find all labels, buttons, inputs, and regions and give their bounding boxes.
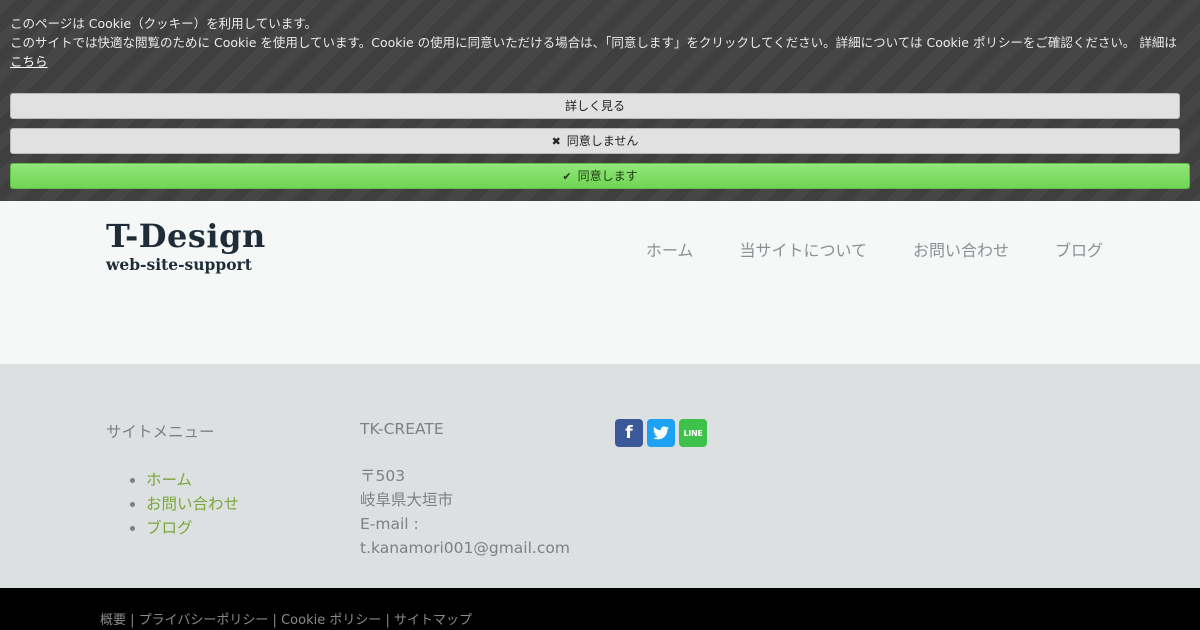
logo-main-text: T-Design — [106, 217, 266, 255]
line-icon: LINE — [683, 428, 703, 438]
nav-about[interactable]: 当サイトについて — [739, 237, 867, 261]
facebook-button[interactable]: f — [615, 419, 643, 447]
close-icon: ✖ — [551, 135, 561, 148]
footer-link-home[interactable]: ホーム — [146, 471, 192, 489]
social-widget: f LINE — [615, 419, 707, 447]
footer-widgets: サイトメニュー ホーム お問い合わせ ブログ TK-CREATE 〒503 岐阜… — [0, 364, 1200, 588]
cookie-decline-button[interactable]: ✖ 同意しません — [10, 128, 1180, 154]
cookie-details-link[interactable]: こちら — [10, 54, 48, 69]
cookie-decline-label: 同意しません — [566, 134, 639, 148]
list-item: ブログ — [146, 516, 239, 540]
link-sitemap[interactable]: サイトマップ — [394, 613, 472, 628]
social-buttons: f LINE — [615, 419, 707, 447]
nav-contact[interactable]: お問い合わせ — [913, 237, 1009, 261]
list-item: お問い合わせ — [146, 492, 239, 516]
company-widget: TK-CREATE 〒503 岐阜県大垣市 E-mail : t.kanamor… — [360, 420, 570, 560]
cookie-more-button[interactable]: 詳しく見る — [10, 93, 1180, 119]
site-logo[interactable]: T-Design web-site-support — [106, 219, 266, 275]
footer-bottom-links: 概要 | プライバシーポリシー | Cookie ポリシー | サイトマップ — [100, 609, 472, 628]
twitter-icon — [653, 426, 669, 440]
line-button[interactable]: LINE — [679, 419, 707, 447]
separator: | — [126, 613, 139, 628]
site-header: T-Design web-site-support ホーム 当サイトについて お… — [0, 201, 1200, 364]
footer-link-blog[interactable]: ブログ — [146, 519, 193, 537]
site-menu-list: ホーム お問い合わせ ブログ — [146, 468, 239, 540]
cookie-more-label: 詳しく見る — [564, 99, 625, 113]
link-privacy-policy[interactable]: プライバシーポリシー — [139, 613, 269, 628]
company-name: TK-CREATE — [360, 420, 444, 438]
cookie-accept-button[interactable]: ✔ 同意します — [10, 163, 1190, 189]
cookie-body: このサイトでは快適な閲覧のために Cookie を使用しています。Cookie … — [10, 33, 1190, 71]
postal-code: 〒503 — [360, 467, 406, 485]
separator: | — [268, 613, 282, 628]
nav-home[interactable]: ホーム — [646, 237, 694, 261]
separator: | — [381, 613, 394, 628]
facebook-icon: f — [625, 423, 633, 443]
cookie-body-text: このサイトでは快適な閲覧のために Cookie を使用しています。Cookie … — [10, 35, 1177, 50]
nav-blog[interactable]: ブログ — [1055, 237, 1103, 261]
site-menu-widget: サイトメニュー ホーム お問い合わせ ブログ — [106, 420, 239, 540]
cookie-accept-label: 同意します — [577, 169, 638, 183]
city: 岐阜県大垣市 — [360, 491, 454, 509]
footer-bottom-bar: 概要 | プライバシーポリシー | Cookie ポリシー | サイトマップ — [0, 588, 1200, 630]
cookie-title: このページは Cookie（クッキー）を利用しています。 — [10, 16, 318, 31]
footer-link-contact[interactable]: お問い合わせ — [146, 495, 239, 513]
cookie-banner: このページは Cookie（クッキー）を利用しています。 このサイトでは快適な閲… — [0, 0, 1200, 201]
cookie-message: このページは Cookie（クッキー）を利用しています。 このサイトでは快適な閲… — [10, 14, 1190, 71]
check-icon: ✔ — [562, 170, 572, 183]
twitter-button[interactable] — [647, 419, 675, 447]
link-cookie-policy[interactable]: Cookie ポリシー — [281, 613, 381, 628]
site-menu-title: サイトメニュー — [106, 423, 215, 441]
main-nav: ホーム 当サイトについて お問い合わせ ブログ — [646, 237, 1103, 261]
link-overview[interactable]: 概要 — [100, 613, 126, 628]
email-address: t.kanamori001@gmail.com — [360, 539, 570, 557]
email-label: E-mail : — [360, 515, 419, 533]
logo-sub-text: web-site-support — [106, 255, 252, 274]
list-item: ホーム — [146, 468, 239, 492]
